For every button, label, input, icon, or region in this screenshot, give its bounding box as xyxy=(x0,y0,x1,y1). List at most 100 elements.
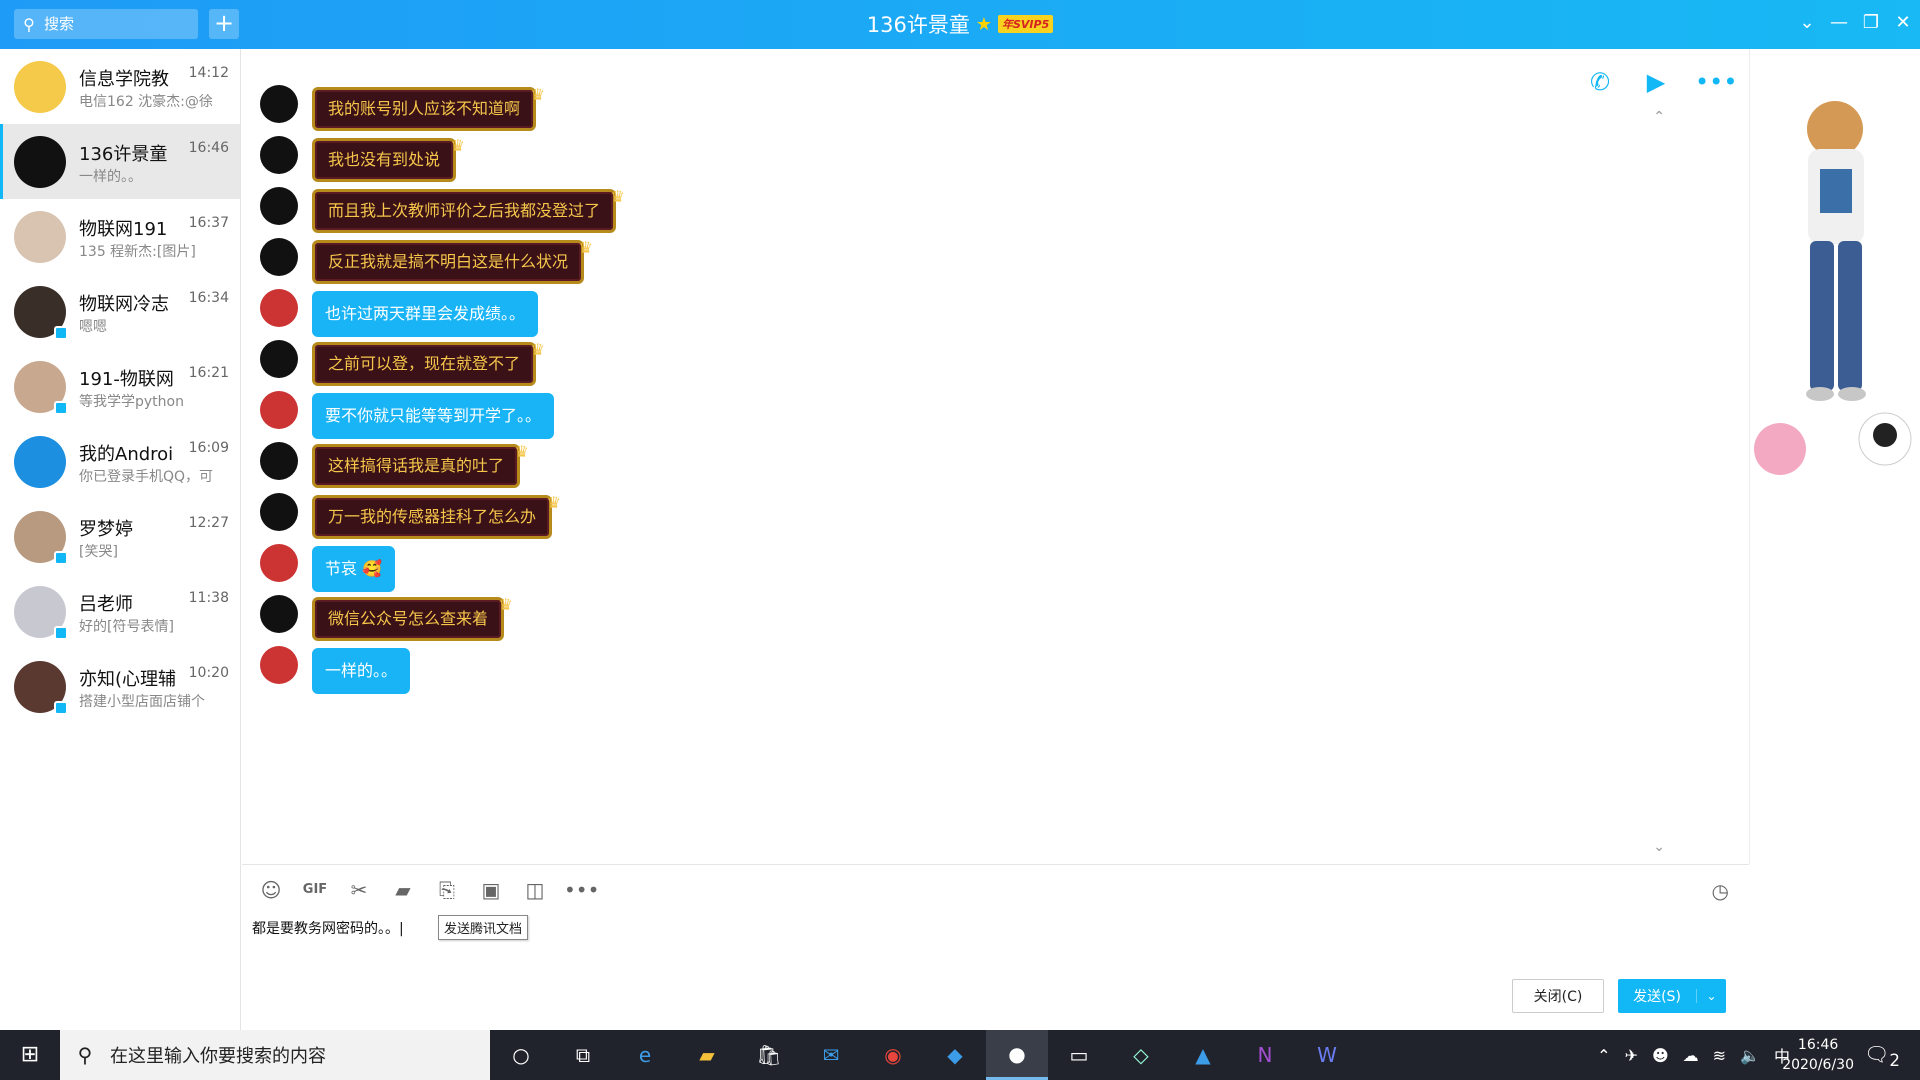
scroll-down-icon[interactable]: ⌄ xyxy=(1653,839,1665,855)
message-avatar[interactable] xyxy=(260,289,298,327)
conversation-item[interactable]: 吕老师 11:38 好的[符号表情] xyxy=(0,574,240,649)
more-tools-icon[interactable]: ••• xyxy=(564,875,599,905)
send-button[interactable]: 发送(S) ⌄ xyxy=(1618,979,1726,1013)
message-avatar[interactable] xyxy=(260,595,298,633)
restore-button[interactable]: ❐ xyxy=(1856,12,1886,33)
message-bubble[interactable]: 之前可以登，现在就登不了 xyxy=(312,331,545,386)
notebook-icon[interactable]: ◇ xyxy=(1110,1030,1172,1080)
task-view-icon[interactable]: ⧉ xyxy=(552,1030,614,1080)
conversation-time: 16:21 xyxy=(188,364,229,381)
volume-icon[interactable]: 🔈 xyxy=(1740,1046,1760,1065)
notification-icon[interactable]: 🗨2 xyxy=(1864,1042,1900,1070)
message-avatar[interactable] xyxy=(260,646,298,684)
store-icon[interactable]: 🛍 xyxy=(738,1030,800,1080)
video-call-icon[interactable]: ▶ xyxy=(1639,67,1673,97)
message-bubble[interactable]: 一样的。。 xyxy=(312,648,411,694)
taskbar-search[interactable]: ⚲ 在这里输入你要搜索的内容 xyxy=(60,1030,490,1080)
conversation-time: 14:12 xyxy=(188,64,229,81)
conversation-item[interactable]: 信息学院教 14:12 电信162 沈豪杰:@徐 xyxy=(0,49,240,124)
message-bubble[interactable]: 万一我的传感器挂科了怎么办 xyxy=(312,484,561,539)
message-avatar[interactable] xyxy=(260,442,298,480)
message-row: 我的账号别人应该不知道啊 xyxy=(260,76,545,131)
conversation-time: 11:38 xyxy=(188,589,229,606)
chevron-up-icon[interactable]: ⌃ xyxy=(1597,1046,1610,1065)
message-row: 之前可以登，现在就登不了 xyxy=(260,331,545,386)
conversation-item[interactable]: 亦知(心理辅 10:20 搭建小型店面店铺个 xyxy=(0,649,240,724)
feishu-icon[interactable]: ◆ xyxy=(924,1030,986,1080)
shake-icon[interactable]: ◫ xyxy=(520,875,550,905)
more-icon[interactable]: ••• xyxy=(1695,67,1737,97)
folder-icon[interactable]: ▰ xyxy=(388,875,418,905)
message-bubble[interactable]: 也许过两天群里会发成绩。。 xyxy=(312,291,539,337)
message-bubble[interactable]: 反正我就是搞不明白这是什么状况 xyxy=(312,229,593,284)
message-avatar[interactable] xyxy=(260,187,298,225)
message-avatar[interactable] xyxy=(260,238,298,276)
conversation-name: 罗梦婷 xyxy=(79,518,133,540)
message-bubble[interactable]: 而且我上次教师评价之后我都没登过了 xyxy=(312,178,625,233)
conversation-item[interactable]: 136许景童 16:46 一样的。。 xyxy=(0,124,240,199)
wps-icon[interactable]: W xyxy=(1296,1030,1358,1080)
close-button[interactable]: ✕ xyxy=(1888,12,1918,33)
conversation-name: 我的Androi xyxy=(79,443,174,465)
send-options-icon[interactable]: ⌄ xyxy=(1696,989,1726,1003)
gif-icon[interactable]: GIF xyxy=(300,875,330,905)
clock-date: 2020/6/30 xyxy=(1782,1057,1854,1073)
message-avatar[interactable] xyxy=(260,544,298,582)
contact-name: 136许景童 xyxy=(866,13,970,37)
tencent-doc-icon[interactable]: ⎘ xyxy=(432,875,462,905)
conversation-item[interactable]: 物联网191 16:37 135 程新杰:[图片] xyxy=(0,199,240,274)
conversation-name: 亦知(心理辅 xyxy=(79,668,177,690)
chevron-down-icon[interactable]: ⌄ xyxy=(1792,12,1822,33)
message-avatar[interactable] xyxy=(260,136,298,174)
conversation-item[interactable]: 我的Androi 16:09 你已登录手机QQ，可 xyxy=(0,424,240,499)
avatar-figure xyxy=(1754,101,1912,475)
windows-start-icon[interactable]: ⊞ xyxy=(0,1030,60,1080)
edge-icon[interactable]: e xyxy=(614,1030,676,1080)
avatar xyxy=(14,510,68,565)
message-row: 这样搞得话我是真的吐了 xyxy=(260,433,529,488)
file-explorer-icon[interactable]: ▰ xyxy=(676,1030,738,1080)
chrome-icon[interactable]: ◉ xyxy=(862,1030,924,1080)
message-bubble[interactable]: 这样搞得话我是真的吐了 xyxy=(312,433,529,488)
message-bubble[interactable]: 我也没有到处说 xyxy=(312,127,465,182)
voice-call-icon[interactable]: ✆ xyxy=(1583,67,1617,97)
message-row: 反正我就是搞不明白这是什么状况 xyxy=(260,229,593,284)
search-icon: ⚲ xyxy=(77,1043,93,1067)
clock[interactable]: 16:46 2020/6/30 xyxy=(1782,1035,1854,1075)
close-chat-button[interactable]: 关闭(C) xyxy=(1512,979,1604,1013)
onenote-icon[interactable]: N xyxy=(1234,1030,1296,1080)
wifi-icon[interactable]: ≋ xyxy=(1713,1046,1726,1065)
photos-icon[interactable]: ▲ xyxy=(1172,1030,1234,1080)
avatar xyxy=(14,135,66,188)
bird-icon[interactable]: ✈ xyxy=(1625,1046,1638,1065)
message-avatar[interactable] xyxy=(260,493,298,531)
terminal-icon[interactable]: ▭ xyxy=(1048,1030,1110,1080)
cortana-icon[interactable]: ○ xyxy=(490,1030,552,1080)
mail-icon[interactable]: ✉ xyxy=(800,1030,862,1080)
conversation-text: 罗梦婷 12:27 [笑哭] xyxy=(79,511,229,563)
conversation-item[interactable]: 罗梦婷 12:27 [笑哭] xyxy=(0,499,240,574)
message-avatar[interactable] xyxy=(260,340,298,378)
vip-star-icon: ★ xyxy=(975,13,992,35)
message-avatar[interactable] xyxy=(260,85,298,123)
emoji-icon[interactable]: ☺ xyxy=(256,875,286,905)
conversation-item[interactable]: 物联网冷志 16:34 嗯嗯 xyxy=(0,274,240,349)
message-bubble[interactable]: 节哀 🥰 xyxy=(312,546,396,592)
conversation-text: 物联网冷志 16:34 嗯嗯 xyxy=(79,286,229,338)
conversation-preview: 电信162 沈豪杰:@徐 xyxy=(79,93,213,110)
message-bubble[interactable]: 微信公众号怎么查来着 xyxy=(312,586,513,641)
message-bubble[interactable]: 我的账号别人应该不知道啊 xyxy=(312,76,545,131)
screenshot-scissors-icon[interactable]: ✂ xyxy=(344,875,374,905)
qq-chat-icon[interactable]: ● xyxy=(986,1030,1048,1080)
conversation-preview: 你已登录手机QQ，可 xyxy=(79,468,214,485)
message-input[interactable]: 都是要教务网密码的。。| xyxy=(252,918,404,938)
conversation-item[interactable]: 191-物联网 16:21 等我学学python xyxy=(0,349,240,424)
avatar xyxy=(14,60,66,113)
cloud-icon[interactable]: ☁ xyxy=(1683,1046,1699,1065)
qq-tray-icon[interactable]: ☻ xyxy=(1652,1046,1669,1065)
history-clock-icon[interactable]: ◷ xyxy=(1712,879,1729,903)
minimize-button[interactable]: — xyxy=(1824,12,1854,33)
conversation-name: 物联网191 xyxy=(79,218,168,240)
image-icon[interactable]: ▣ xyxy=(476,875,506,905)
message-avatar[interactable] xyxy=(260,391,298,429)
